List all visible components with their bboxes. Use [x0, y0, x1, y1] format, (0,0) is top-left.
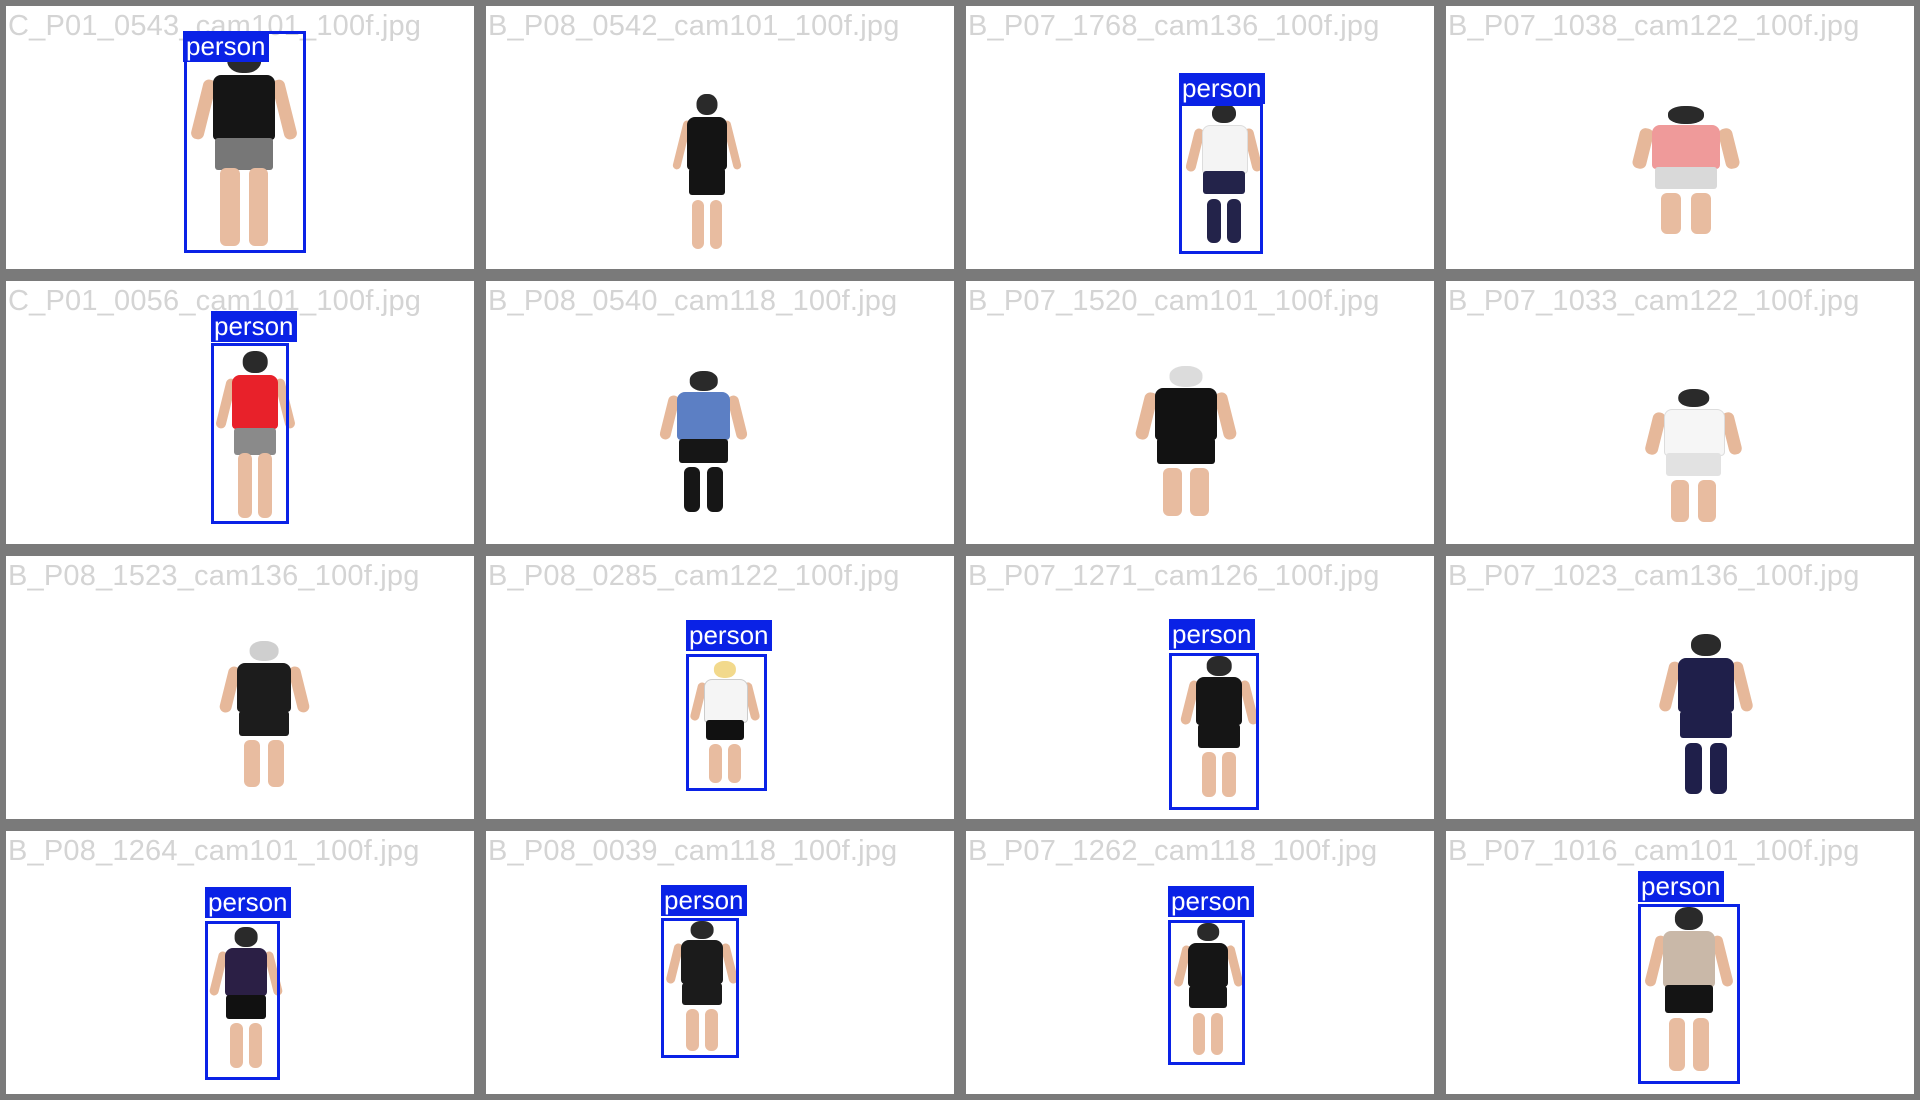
- detection-label: person: [1638, 871, 1724, 902]
- person-figure: [1626, 106, 1746, 242]
- image-filename: B_P08_0542_cam101_100f.jpg: [488, 10, 900, 42]
- image-filename: B_P08_0039_cam118_100f.jpg: [488, 835, 898, 867]
- image-tile[interactable]: B_P07_1768_cam136_100f.jpg person: [960, 0, 1440, 275]
- image-tile[interactable]: B_P07_1033_cam122_100f.jpg: [1440, 275, 1920, 550]
- image-filename: B_P07_1768_cam136_100f.jpg: [968, 10, 1380, 42]
- image-filename: B_P07_1033_cam122_100f.jpg: [1448, 285, 1860, 317]
- image-tile[interactable]: B_P08_1523_cam136_100f.jpg: [0, 550, 480, 825]
- detection-label: person: [661, 885, 747, 916]
- person-figure: [1131, 366, 1241, 526]
- image-filename: B_P07_1023_cam136_100f.jpg: [1448, 560, 1860, 592]
- image-filename: B_P08_0540_cam118_100f.jpg: [488, 285, 898, 317]
- image-filename: B_P08_1523_cam136_100f.jpg: [8, 560, 420, 592]
- detection-box: [686, 654, 767, 791]
- detection-box: [211, 343, 289, 524]
- image-tile[interactable]: B_P07_1520_cam101_100f.jpg: [960, 275, 1440, 550]
- image-tile[interactable]: B_P07_1038_cam122_100f.jpg: [1440, 0, 1920, 275]
- detection-box: [205, 921, 280, 1080]
- detection-label: person: [1179, 73, 1265, 104]
- image-tile[interactable]: B_P07_1023_cam136_100f.jpg: [1440, 550, 1920, 825]
- image-tile[interactable]: C_P01_0543_cam101_100f.jpg person: [0, 0, 480, 275]
- image-tile[interactable]: B_P08_1264_cam101_100f.jpg person: [0, 825, 480, 1100]
- detection-box: [184, 31, 306, 253]
- detection-label: person: [211, 311, 297, 342]
- person-figure: [1641, 389, 1746, 531]
- image-filename: B_P08_1264_cam101_100f.jpg: [8, 835, 420, 867]
- image-filename: B_P07_1520_cam101_100f.jpg: [968, 285, 1380, 317]
- detection-box: [661, 918, 739, 1058]
- image-tile[interactable]: B_P08_0542_cam101_100f.jpg: [480, 0, 960, 275]
- image-filename: B_P07_1016_cam101_100f.jpg: [1448, 835, 1860, 867]
- detection-label: person: [1168, 886, 1254, 917]
- image-tile[interactable]: B_P07_1271_cam126_100f.jpg person: [960, 550, 1440, 825]
- image-filename: B_P07_1038_cam122_100f.jpg: [1448, 10, 1860, 42]
- image-tile[interactable]: B_P07_1016_cam101_100f.jpg person: [1440, 825, 1920, 1100]
- image-tile[interactable]: B_P08_0540_cam118_100f.jpg: [480, 275, 960, 550]
- detection-box: [1638, 904, 1740, 1084]
- image-tile[interactable]: C_P01_0056_cam101_100f.jpg person: [0, 275, 480, 550]
- detection-box: [1179, 103, 1263, 254]
- detection-box: [1168, 920, 1245, 1065]
- detection-label: person: [183, 31, 269, 62]
- image-filename: B_P07_1262_cam118_100f.jpg: [968, 835, 1378, 867]
- image-filename: B_P07_1271_cam126_100f.jpg: [968, 560, 1380, 592]
- image-tile[interactable]: B_P08_0039_cam118_100f.jpg person: [480, 825, 960, 1100]
- person-figure: [216, 641, 312, 796]
- image-tile[interactable]: B_P08_0285_cam122_100f.jpg person: [480, 550, 960, 825]
- person-figure: [1656, 634, 1756, 804]
- detection-label: person: [205, 887, 291, 918]
- person-figure: [671, 94, 743, 259]
- detection-label: person: [1169, 619, 1255, 650]
- image-tile[interactable]: B_P07_1262_cam118_100f.jpg person: [960, 825, 1440, 1100]
- detection-image-grid: C_P01_0543_cam101_100f.jpg person B_P08_…: [0, 0, 1920, 1100]
- detection-box: [1169, 653, 1259, 810]
- person-figure: [656, 371, 751, 521]
- image-filename: B_P08_0285_cam122_100f.jpg: [488, 560, 900, 592]
- detection-label: person: [686, 620, 772, 651]
